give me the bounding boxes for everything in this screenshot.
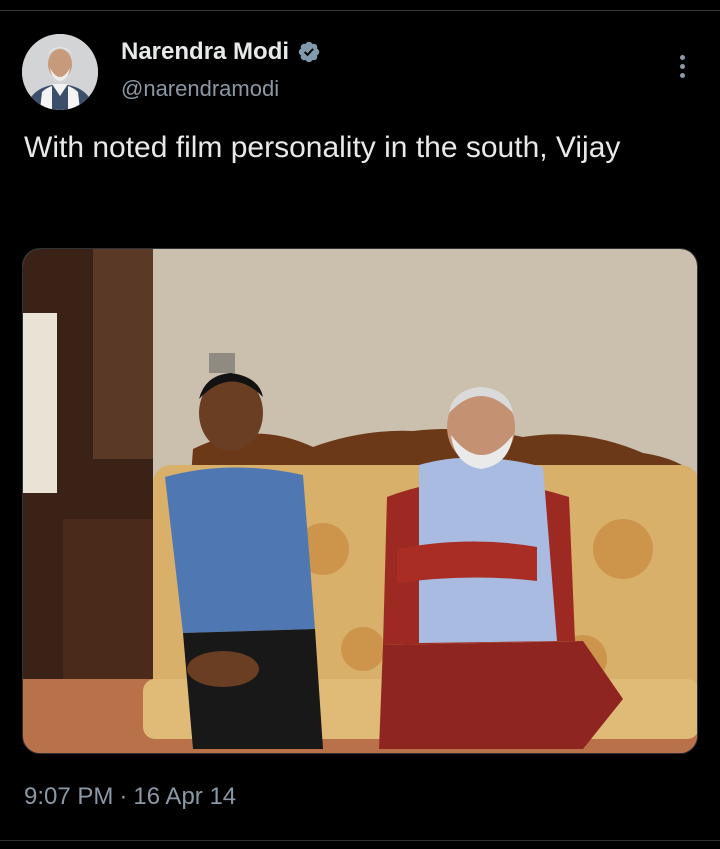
author-avatar[interactable] (22, 34, 98, 110)
author-name-row: Narendra Modi (121, 38, 321, 66)
tweet-date: 16 Apr 14 (133, 783, 237, 810)
verified-badge-icon[interactable] (297, 40, 321, 64)
tweet-text: With noted film personality in the south… (24, 131, 621, 164)
author-display-name[interactable]: Narendra Modi (121, 38, 289, 66)
photo-illustration (23, 249, 697, 753)
tweet-timestamp[interactable]: 9:07 PM · 16 Apr 14 (24, 782, 236, 812)
bottom-divider (0, 840, 720, 841)
timestamp-separator: · (119, 783, 128, 810)
more-vertical-icon-dot (679, 54, 685, 60)
author-handle[interactable]: @narendramodi (121, 76, 279, 102)
top-divider (0, 10, 720, 11)
tweet-time: 9:07 PM (24, 783, 114, 810)
more-options-button[interactable] (672, 50, 692, 82)
avatar-photo (22, 34, 98, 110)
more-vertical-icon-dot (679, 63, 685, 69)
tweet-photo[interactable] (22, 248, 698, 754)
more-vertical-icon-dot (679, 72, 685, 78)
